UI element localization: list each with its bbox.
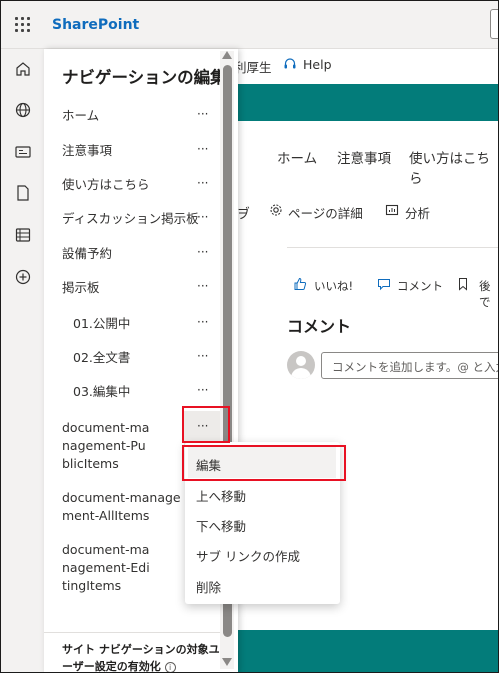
site-header-banner bbox=[238, 84, 498, 121]
nav-subitem[interactable]: 01.公開中 bbox=[73, 315, 130, 333]
file-icon[interactable] bbox=[14, 184, 32, 202]
suite-bar: SharePoint bbox=[1, 1, 498, 49]
more-options-button[interactable]: ··· bbox=[197, 279, 208, 293]
info-icon[interactable]: i bbox=[164, 661, 176, 672]
panel-footer: サイト ナビゲーションの対象ユーザー設定の有効化 i bbox=[44, 632, 222, 673]
app-rail bbox=[1, 49, 44, 672]
app-launcher-icon[interactable] bbox=[15, 17, 31, 33]
highlight-edit-item bbox=[182, 445, 346, 481]
like-button[interactable]: いいね! bbox=[314, 278, 353, 294]
more-options-button[interactable]: ··· bbox=[197, 107, 208, 121]
app-window: SharePoint 利厚生 Help ホーム 注意事項 使い方はこちら ヺ ペ… bbox=[0, 0, 499, 673]
footer-banner bbox=[238, 630, 498, 672]
panel-title: ナビゲーションの編集 bbox=[62, 68, 227, 87]
save-for-later-button[interactable]: 後で bbox=[479, 278, 498, 310]
more-options-button[interactable]: ··· bbox=[197, 349, 208, 363]
create-icon[interactable] bbox=[14, 268, 32, 286]
menu-item-move-up[interactable]: 上へ移動 bbox=[196, 486, 246, 505]
highlight-more-button bbox=[182, 406, 230, 443]
more-options-button[interactable]: ··· bbox=[197, 245, 208, 259]
bookmark-icon bbox=[459, 278, 467, 291]
hub-nav-home[interactable]: ホーム bbox=[277, 147, 317, 167]
like-icon bbox=[294, 277, 307, 290]
hub-nav-notes[interactable]: 注意事項 bbox=[337, 147, 391, 167]
list-icon[interactable] bbox=[14, 226, 32, 244]
comment-button[interactable]: コメント bbox=[397, 278, 443, 294]
nav-item[interactable]: ホーム bbox=[62, 107, 99, 125]
more-options-button[interactable]: ··· bbox=[197, 142, 208, 156]
more-options-button[interactable]: ··· bbox=[197, 176, 208, 190]
more-options-button[interactable]: ··· bbox=[197, 315, 208, 329]
more-options-button[interactable]: ··· bbox=[197, 210, 208, 224]
analytics-button[interactable]: 分析 bbox=[405, 203, 430, 222]
menu-item-move-down[interactable]: 下へ移動 bbox=[196, 516, 246, 535]
divider bbox=[287, 247, 498, 248]
audience-targeting-toggle-label[interactable]: サイト ナビゲーションの対象ユーザー設定の有効化 i bbox=[62, 641, 222, 673]
avatar bbox=[287, 351, 315, 379]
audience-targeting-text: サイト ナビゲーションの対象ユーザー設定の有効化 bbox=[62, 643, 220, 673]
hub-nav-howto[interactable]: 使い方はこちら bbox=[409, 147, 498, 187]
nav-item[interactable]: ディスカッション掲示板 bbox=[62, 210, 199, 228]
nav-item[interactable]: document-management-EditingItems bbox=[62, 541, 152, 595]
brand-title[interactable]: SharePoint bbox=[52, 17, 139, 33]
gear-icon bbox=[270, 204, 282, 216]
command-fragment: ヺ bbox=[237, 207, 251, 222]
nav-item[interactable]: 掲示板 bbox=[62, 279, 100, 297]
nav-subitem[interactable]: 03.編集中 bbox=[73, 383, 130, 401]
scroll-down-arrow-icon[interactable] bbox=[222, 658, 232, 666]
menu-item-delete[interactable]: 削除 bbox=[196, 577, 221, 596]
top-right-button[interactable] bbox=[490, 9, 498, 39]
more-options-button[interactable]: ··· bbox=[197, 383, 208, 397]
comment-icon bbox=[378, 279, 390, 291]
comment-input[interactable]: コメントを追加します。@ と入力して bbox=[321, 352, 498, 379]
home-icon[interactable] bbox=[14, 60, 32, 78]
nav-item[interactable]: document-management-AllItems bbox=[62, 489, 187, 525]
help-link[interactable]: Help bbox=[303, 57, 332, 72]
nav-item[interactable]: 使い方はこちら bbox=[62, 176, 150, 194]
site-name-fragment[interactable]: 利厚生 bbox=[234, 57, 272, 76]
headset-icon bbox=[284, 58, 296, 69]
nav-item[interactable]: 注意事項 bbox=[62, 142, 112, 160]
analytics-icon bbox=[385, 204, 399, 216]
scroll-up-arrow-icon[interactable] bbox=[222, 51, 232, 59]
globe-icon[interactable] bbox=[14, 101, 32, 119]
page-details-button[interactable]: ページの詳細 bbox=[288, 203, 363, 222]
nav-item[interactable]: 設備予約 bbox=[62, 245, 112, 263]
nav-item[interactable]: document-management-PublicItems bbox=[62, 419, 152, 473]
nav-subitem[interactable]: 02.全文書 bbox=[73, 349, 130, 367]
news-icon[interactable] bbox=[14, 143, 32, 161]
comments-heading: コメント bbox=[287, 317, 352, 336]
menu-item-create-sublink[interactable]: サブ リンクの作成 bbox=[196, 546, 300, 565]
